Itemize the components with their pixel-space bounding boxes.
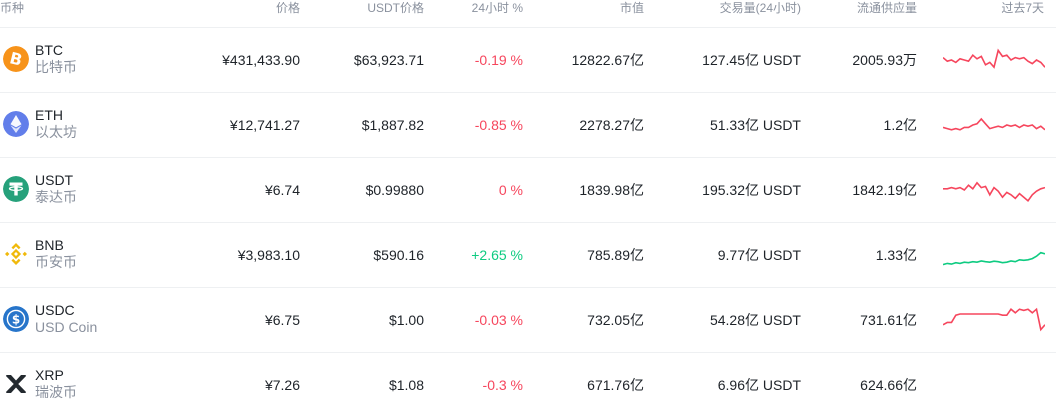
sparkline-line [943,307,1045,332]
coin-symbol[interactable]: USDC [35,302,75,319]
coin-name: 瑞波币 [35,384,77,400]
price-value: ¥431,433.90 [222,52,300,68]
change-value: +2.65 % [471,247,523,263]
header-7d-chart: 过去7天 [1001,1,1044,15]
sparkline-7d [943,111,1045,139]
table-row[interactable]: BNB 币安币 ¥3,983.10 $590.16 +2.65 % 785.89… [0,223,1056,288]
coin-name: 泰达币 [35,189,77,205]
usd-coin-icon: $ [3,306,29,332]
price-value: ¥12,741.27 [229,117,300,133]
coin-symbol[interactable]: XRP [35,367,64,384]
table-header: 币种 价格 USDT价格 24小时 % 市值 交易量(24小时) 流通供应量 过… [0,0,1056,28]
supply-value: 1842.19亿 [852,182,917,198]
market-cap-value: 785.89亿 [587,247,644,263]
volume-value: 51.33亿 USDT [709,117,801,133]
tether-icon [3,176,29,202]
change-value: -0.03 % [474,312,523,328]
sparkline-line [943,251,1045,266]
header-price[interactable]: 价格 [276,1,300,15]
table-row[interactable]: $ USDC USD Coin ¥6.75 $1.00 -0.03 % 732.… [0,288,1056,353]
sparkline-svg [943,117,1045,131]
volume-value: 54.28亿 USDT [709,312,801,328]
table-row[interactable]: USDT 泰达币 ¥6.74 $0.99880 0 % 1839.98亿 195… [0,158,1056,223]
sparkline-svg [943,251,1045,266]
change-value: -0.3 % [482,377,523,393]
header-change[interactable]: 24小时 % [472,1,523,15]
volume-value: 9.77亿 USDT [717,247,801,263]
table-row[interactable]: XRP 瑞波币 ¥7.26 $1.08 -0.3 % 671.76亿 6.96亿… [0,353,1056,417]
usdt-price-value: $0.99880 [365,182,424,198]
table-row[interactable]: ETH 以太坊 ¥12,741.27 $1,887.82 -0.85 % 227… [0,93,1056,158]
usdt-price-value: $1.00 [388,312,424,328]
coin-name: 比特币 [35,59,77,75]
header-usdt-price[interactable]: USDT价格 [367,1,424,15]
volume-value: 127.45亿 USDT [702,52,801,68]
supply-value: 624.66亿 [860,377,917,393]
coin-symbol[interactable]: BTC [35,42,63,59]
sparkline-svg [943,181,1045,202]
sparkline-7d [943,46,1045,74]
header-volume[interactable]: 交易量(24小时) [720,1,801,15]
price-value: ¥3,983.10 [237,247,300,263]
coin-symbol[interactable]: ETH [35,107,63,124]
sparkline-line [943,48,1045,69]
coin-name: 以太坊 [35,124,77,140]
coin-name: 币安币 [35,254,77,270]
market-cap-value: 732.05亿 [587,312,644,328]
bitcoin-icon: B [3,46,29,72]
sparkline-svg [943,48,1045,69]
supply-value: 2005.93万 [852,52,917,68]
binance-icon [5,243,27,265]
price-value: ¥6.75 [264,312,300,328]
change-value: -0.85 % [474,117,523,133]
market-cap-value: 12822.67亿 [571,52,644,68]
sparkline-svg [943,307,1045,332]
header-coin[interactable]: 币种 [0,1,24,15]
change-value: 0 % [498,182,523,198]
coin-symbol[interactable]: USDT [35,172,73,189]
usdt-price-value: $590.16 [373,247,424,263]
sparkline-7d [943,306,1045,334]
sparkline-line [943,117,1045,131]
usdt-price-value: $63,923.71 [353,52,424,68]
usdt-price-value: $1.08 [388,377,424,393]
market-cap-value: 671.76亿 [587,377,644,393]
header-supply[interactable]: 流通供应量 [857,1,917,15]
market-cap-value: 1839.98亿 [579,182,644,198]
xrp-icon [5,375,27,393]
volume-value: 195.32亿 USDT [702,182,801,198]
ethereum-icon [3,111,29,137]
coin-name: USD Coin [35,319,98,335]
sparkline-7d [943,176,1045,204]
coin-symbol[interactable]: BNB [35,237,64,254]
change-value: -0.19 % [474,52,523,68]
supply-value: 1.33亿 [875,247,917,263]
usdt-price-value: $1,887.82 [361,117,424,133]
market-cap-value: 2278.27亿 [579,117,644,133]
table-row[interactable]: B BTC 比特币 ¥431,433.90 $63,923.71 -0.19 %… [0,28,1056,93]
volume-value: 6.96亿 USDT [717,377,801,393]
crypto-market-table: 币种 价格 USDT价格 24小时 % 市值 交易量(24小时) 流通供应量 过… [0,0,1056,417]
svg-text:$: $ [12,313,20,327]
sparkline-line [943,181,1045,202]
price-value: ¥6.74 [264,182,300,198]
supply-value: 1.2亿 [883,117,917,133]
price-value: ¥7.26 [264,377,300,393]
header-market-cap[interactable]: 市值 [620,1,644,15]
supply-value: 731.61亿 [860,312,917,328]
sparkline-7d [943,241,1045,269]
